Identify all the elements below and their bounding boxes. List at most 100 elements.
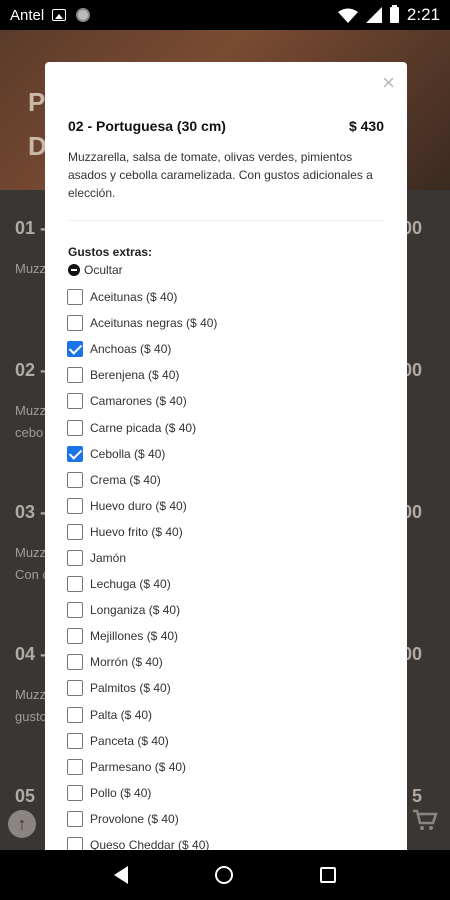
extra-option[interactable]: Huevo frito ($ 40) xyxy=(67,519,387,545)
extra-option-label: Lechuga ($ 40) xyxy=(90,577,171,592)
extra-option-label: Pollo ($ 40) xyxy=(90,785,152,800)
product-header: 02 - Portuguesa (30 cm) $ 430 xyxy=(68,118,384,134)
extra-option-label: Queso Cheddar ($ 40) xyxy=(90,838,210,850)
extra-option[interactable]: Palmitos ($ 40) xyxy=(67,675,387,701)
image-notification-icon xyxy=(52,9,67,21)
recent-apps-icon[interactable] xyxy=(320,867,337,883)
home-icon[interactable] xyxy=(214,866,233,884)
scroll-up-icon[interactable]: ↑ xyxy=(8,810,36,838)
extra-option[interactable]: Queso Cheddar ($ 40) xyxy=(67,832,387,850)
checkbox[interactable] xyxy=(67,628,83,645)
extra-option[interactable]: Provolone ($ 40) xyxy=(67,806,387,832)
extra-option-label: Palta ($ 40) xyxy=(90,707,153,722)
extra-option-label: Aceitunas ($ 40) xyxy=(90,290,178,305)
product-description: Muzzarella, salsa de tomate, olivas verd… xyxy=(68,150,373,200)
checkbox[interactable] xyxy=(67,367,83,384)
extra-option-label: Huevo duro ($ 40) xyxy=(90,498,187,513)
checkbox[interactable] xyxy=(67,784,83,801)
hide-toggle-label: Ocultar xyxy=(84,263,123,277)
checkbox-checked[interactable] xyxy=(67,341,83,358)
bg-item-price: 5 xyxy=(411,786,422,806)
extra-option[interactable]: Huevo duro ($ 40) xyxy=(67,493,387,519)
extra-option-label: Provolone ($ 40) xyxy=(90,811,179,826)
checkbox[interactable] xyxy=(67,602,83,619)
extra-option[interactable]: Berenjena ($ 40) xyxy=(67,362,387,388)
extras-options-list: Aceitunas ($ 40) Aceitunas negras ($ 40) A… xyxy=(67,284,387,850)
checkbox[interactable] xyxy=(67,393,83,410)
extra-option[interactable]: Carne picada ($ 40) xyxy=(67,414,387,440)
checkbox[interactable] xyxy=(67,289,83,306)
checkbox[interactable] xyxy=(67,419,83,436)
extra-option-label: Panceta ($ 40) xyxy=(90,733,169,748)
checkbox[interactable] xyxy=(67,680,83,697)
android-nav-bar xyxy=(0,850,450,900)
extra-option-label: Aceitunas negras ($ 40) xyxy=(90,316,218,331)
battery-icon xyxy=(389,5,399,23)
extra-option-label: Crema ($ 40) xyxy=(90,472,161,487)
extra-option[interactable]: Palta ($ 40) xyxy=(67,702,387,728)
product-name: 02 - Portuguesa (30 cm) xyxy=(68,118,226,134)
extra-option[interactable]: Longaniza ($ 40) xyxy=(67,597,387,623)
clock: 2:21 xyxy=(406,5,440,24)
bg-item-title: 02 - xyxy=(15,360,47,380)
extra-option[interactable]: Anchoas ($ 40) xyxy=(67,336,387,362)
product-price: $ 430 xyxy=(348,118,384,134)
checkbox[interactable] xyxy=(67,654,83,671)
signal-icon xyxy=(365,7,382,23)
checkbox[interactable] xyxy=(67,732,83,749)
hide-toggle[interactable]: Ocultar xyxy=(68,263,123,277)
divider xyxy=(68,220,384,221)
status-icons: 2:21 xyxy=(337,5,440,25)
carrier-name: Antel xyxy=(10,6,45,24)
extra-option[interactable]: Parmesano ($ 40) xyxy=(67,754,387,780)
checkbox[interactable] xyxy=(67,837,83,850)
checkbox[interactable] xyxy=(67,810,83,827)
status-bar: Antel 2:21 xyxy=(0,0,450,30)
checkbox[interactable] xyxy=(67,549,83,566)
minus-circle-icon xyxy=(68,264,80,276)
extra-option-label: Morrón ($ 40) xyxy=(90,655,163,670)
extra-option-label: Parmesano ($ 40) xyxy=(90,759,187,774)
bg-item-desc: Muzz Con c xyxy=(15,545,49,582)
extra-option[interactable]: Pollo ($ 40) xyxy=(67,780,387,806)
extra-option-label: Longaniza ($ 40) xyxy=(90,603,181,618)
checkbox-checked[interactable] xyxy=(67,445,83,462)
extra-option[interactable]: Jamón xyxy=(67,545,387,571)
extra-option-label: Camarones ($ 40) xyxy=(90,394,187,409)
extra-option[interactable]: Panceta ($ 40) xyxy=(67,728,387,754)
bg-item-title: 03 - xyxy=(15,502,47,522)
bg-item-title: 01 - xyxy=(15,218,47,238)
checkbox[interactable] xyxy=(67,471,83,488)
extra-option[interactable]: Morrón ($ 40) xyxy=(67,649,387,675)
app-notification-icon xyxy=(76,8,91,22)
checkbox[interactable] xyxy=(67,315,83,332)
extra-option-label: Mejillones ($ 40) xyxy=(90,629,179,644)
back-icon[interactable] xyxy=(113,866,128,884)
bg-item-title: 05 xyxy=(15,786,36,806)
bg-item-desc: Muzz xyxy=(15,261,47,276)
checkbox[interactable] xyxy=(67,523,83,540)
bg-item-desc: Muzz gusto xyxy=(15,687,47,724)
extra-option[interactable]: Cebolla ($ 40) xyxy=(67,441,387,467)
checkbox[interactable] xyxy=(67,576,83,593)
wifi-icon xyxy=(337,8,358,23)
checkbox[interactable] xyxy=(67,706,83,723)
extra-option[interactable]: Lechuga ($ 40) xyxy=(67,571,387,597)
product-options-modal: × 02 - Portuguesa (30 cm) $ 430 Muzzarel… xyxy=(45,62,407,850)
bg-item-title: 04 - xyxy=(15,644,47,664)
cart-icon[interactable] xyxy=(412,808,438,832)
extra-option-label: Palmitos ($ 40) xyxy=(90,681,171,696)
extra-option[interactable]: Mejillones ($ 40) xyxy=(67,623,387,649)
checkbox[interactable] xyxy=(67,497,83,514)
extra-option[interactable]: Crema ($ 40) xyxy=(67,467,387,493)
extra-option[interactable]: Camarones ($ 40) xyxy=(67,388,387,414)
close-icon[interactable]: × xyxy=(382,72,395,94)
extra-option-label: Anchoas ($ 40) xyxy=(90,342,172,357)
extra-option[interactable]: Aceitunas negras ($ 40) xyxy=(67,310,387,336)
bg-item-desc: Muzz cebo xyxy=(15,403,47,440)
extra-option[interactable]: Aceitunas ($ 40) xyxy=(67,284,387,310)
extras-label: Gustos extras: xyxy=(68,245,153,259)
extra-option-label: Cebolla ($ 40) xyxy=(90,446,166,461)
extra-option-label: Berenjena ($ 40) xyxy=(90,368,180,383)
checkbox[interactable] xyxy=(67,758,83,775)
